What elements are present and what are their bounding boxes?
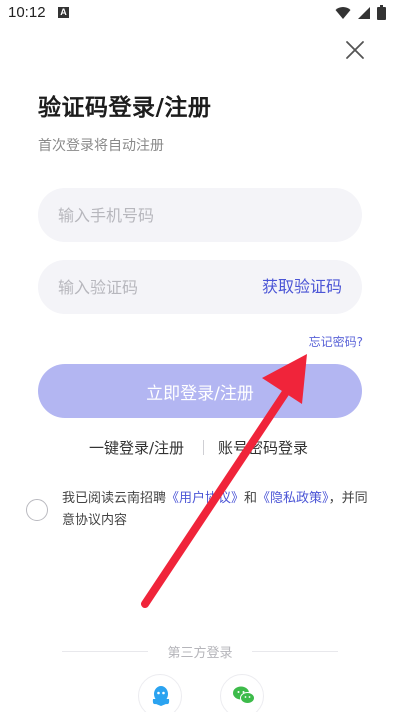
qq-icon xyxy=(152,686,170,706)
phone-input[interactable] xyxy=(58,188,342,242)
agreement-text: 我已阅读云南招聘《用户协议》和《隐私政策》，并同意协议内容 xyxy=(62,488,372,532)
notification-a-icon: A xyxy=(58,7,69,18)
status-bar: 10:12 A xyxy=(0,0,400,28)
qq-login-button[interactable] xyxy=(138,674,182,712)
verification-code-field: 获取验证码 xyxy=(38,260,362,314)
password-login-link[interactable]: 账号密码登录 xyxy=(218,437,308,458)
user-agreement-link[interactable]: 《用户协议》 xyxy=(166,491,244,506)
agreement-checkbox[interactable] xyxy=(26,499,48,521)
status-time: 10:12 xyxy=(8,4,46,21)
page-subtitle: 首次登录将自动注册 xyxy=(38,138,164,154)
one-click-login-link[interactable]: 一键登录/注册 xyxy=(89,437,184,458)
agreement-prefix: 我已阅读云南招聘 xyxy=(62,491,167,506)
login-screen: 10:12 A 验证码登录/注册 首次登录将自动注册 输入手机号码 输入验证码 … xyxy=(0,0,400,712)
close-icon xyxy=(346,41,364,59)
divider-right xyxy=(252,651,338,652)
agreement-connector: 和 xyxy=(244,491,258,506)
wifi-icon xyxy=(335,5,351,24)
battery-icon xyxy=(377,5,386,24)
get-code-button[interactable]: 获取验证码 xyxy=(262,260,342,314)
login-register-button[interactable]: 立即登录/注册 xyxy=(38,364,362,418)
page-title: 验证码登录/注册 xyxy=(38,95,212,121)
phone-field xyxy=(38,188,362,242)
close-button[interactable] xyxy=(344,39,366,61)
third-party-login-header: 第三方登录 xyxy=(0,640,400,662)
privacy-policy-link[interactable]: 《隐私政策》 xyxy=(257,491,329,506)
alt-links-divider xyxy=(203,440,204,455)
wechat-login-button[interactable] xyxy=(220,674,264,712)
verification-code-input[interactable] xyxy=(58,260,238,314)
wechat-icon xyxy=(233,686,255,704)
third-party-label: 第三方登录 xyxy=(167,646,233,661)
alternate-login-links: 一键登录/注册 账号密码登录 xyxy=(0,437,400,457)
status-icons xyxy=(335,5,386,24)
forgot-password-link[interactable]: 忘记密码? xyxy=(309,333,363,350)
signal-icon xyxy=(357,5,371,24)
